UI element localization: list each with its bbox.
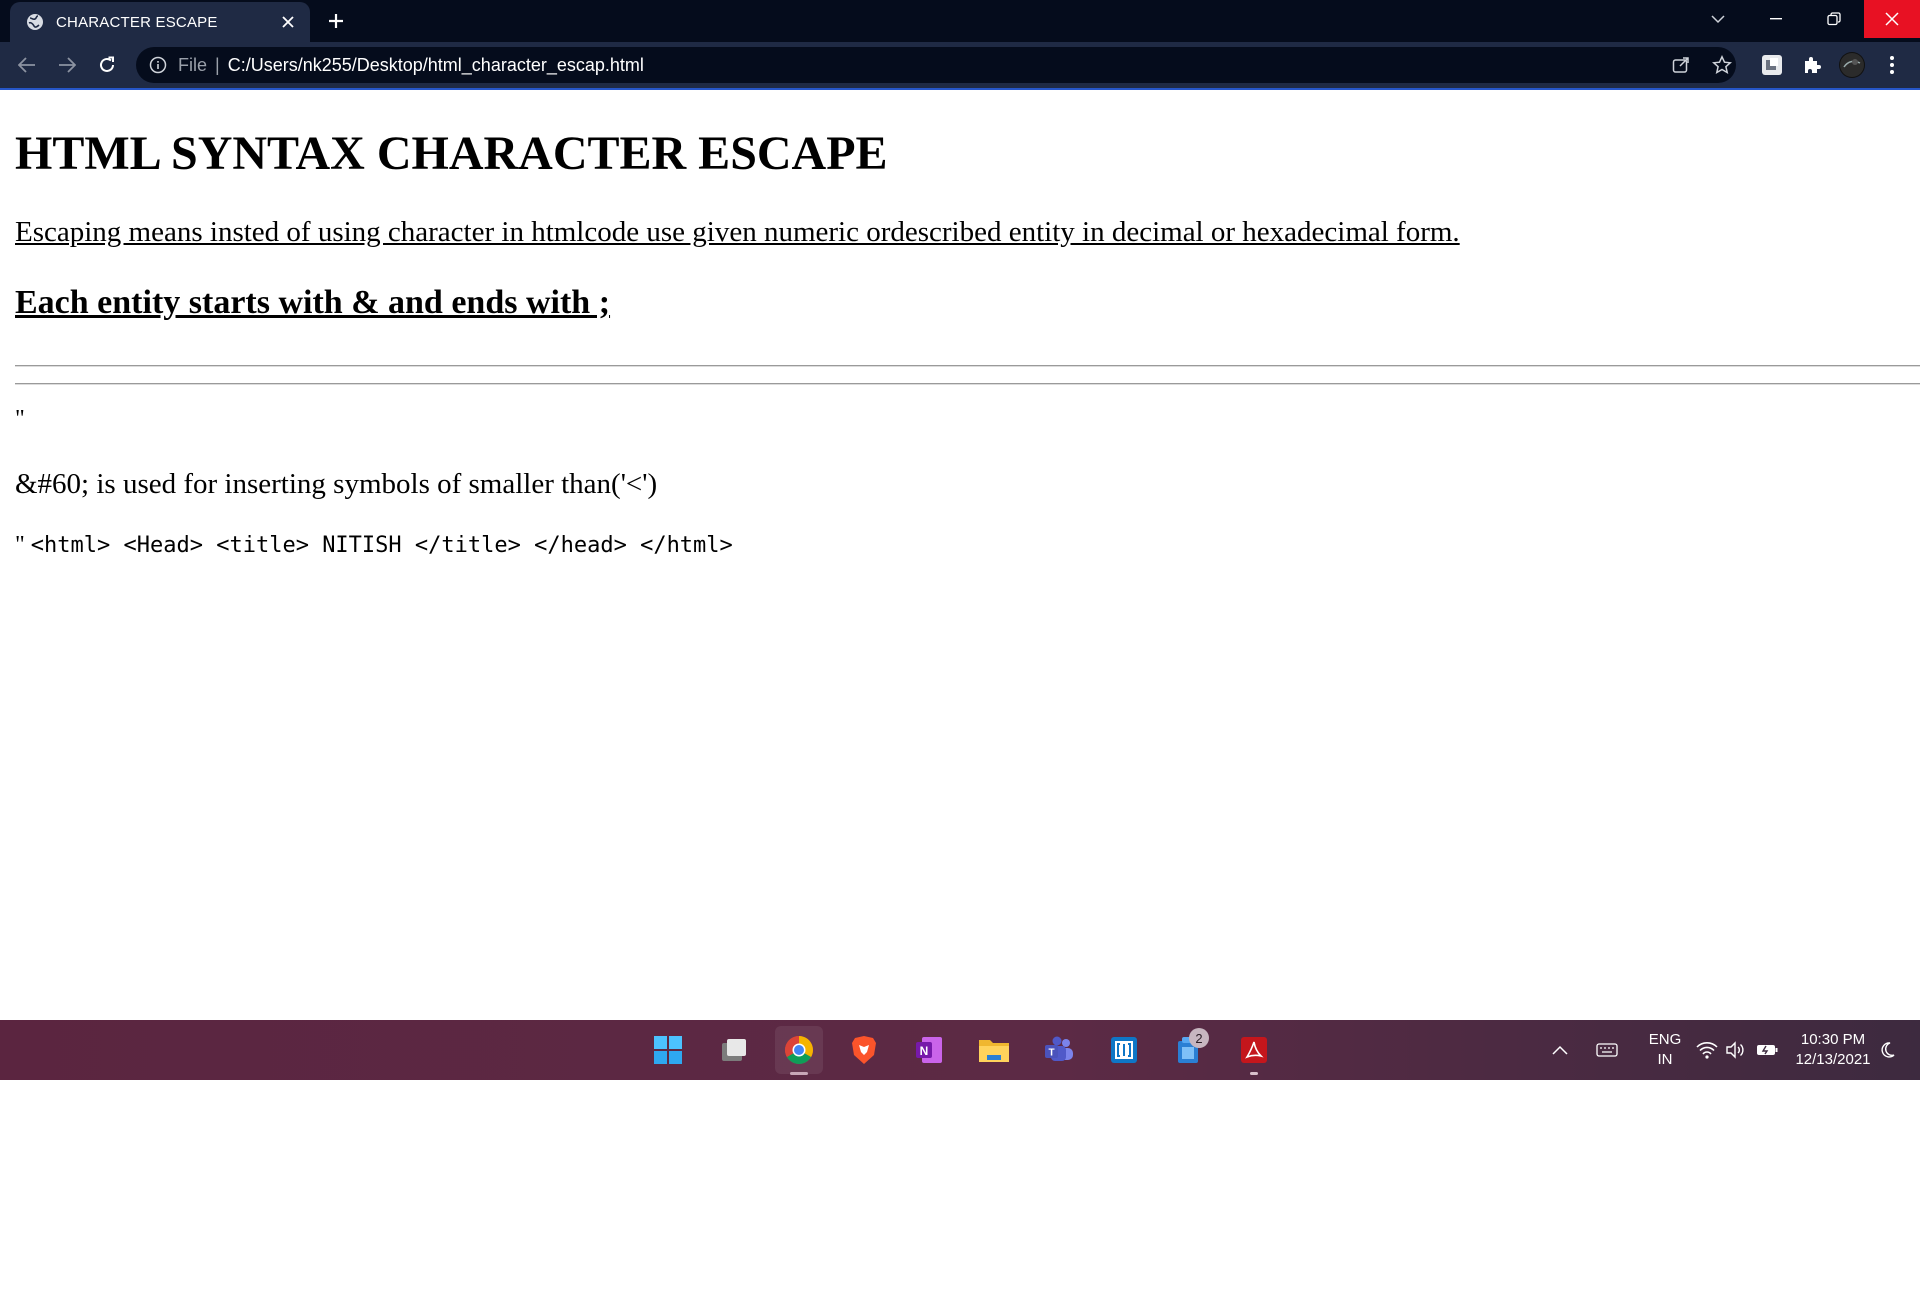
extension-icon[interactable] [1757, 50, 1787, 80]
browser-toolbar: File | C:/Users/nk255/Desktop/html_chara… [0, 42, 1920, 90]
browser-tab[interactable]: CHARACTER ESCAPE [10, 2, 310, 42]
horizontal-rule [15, 365, 1920, 367]
forward-arrow-icon[interactable] [52, 50, 82, 80]
minimize-button[interactable] [1748, 0, 1804, 38]
file-explorer-icon[interactable] [970, 1026, 1018, 1074]
tab-close-icon[interactable] [274, 8, 302, 36]
svg-text:T: T [1048, 1048, 1054, 1059]
address-url[interactable]: C:/Users/nk255/Desktop/html_character_es… [228, 55, 644, 76]
code-quote-mark: " [15, 532, 25, 558]
horizontal-rule [15, 383, 1920, 385]
code-line: " <html> <Head> <title> NITISH </title> … [15, 532, 733, 559]
close-window-button[interactable] [1864, 0, 1920, 38]
running-app-indicator [1250, 1072, 1258, 1075]
focus-moon-icon[interactable] [1872, 1020, 1902, 1080]
entity-paragraph: &#60; is used for inserting symbols of s… [15, 468, 658, 500]
language-indicator[interactable]: ENG IN [1640, 1020, 1690, 1080]
teams-icon[interactable]: T [1035, 1026, 1083, 1074]
menu-kebab-icon[interactable] [1877, 50, 1907, 80]
remote-desktop-icon[interactable] [1100, 1026, 1148, 1074]
new-tab-button[interactable] [322, 7, 350, 35]
chrome-icon[interactable] [775, 1026, 823, 1074]
start-icon[interactable] [644, 1026, 692, 1074]
blank-area [0, 1080, 1920, 1300]
clock-time: 10:30 PM [1800, 1031, 1866, 1048]
acrobat-icon[interactable] [1230, 1026, 1278, 1074]
profile-avatar[interactable] [1837, 50, 1867, 80]
windows-taskbar: N T 2 ENG IN 10:30 PM 12/13/2021 [0, 1020, 1920, 1080]
language-code: ENG [1648, 1031, 1682, 1048]
browser-titlebar: CHARACTER ESCAPE [0, 0, 1920, 42]
address-separator: | [215, 54, 220, 75]
puzzle-extensions-icon[interactable] [1797, 50, 1827, 80]
active-app-indicator [790, 1072, 808, 1075]
tab-search-chevron-icon[interactable] [1690, 0, 1746, 38]
chevron-up-icon[interactable] [1546, 1020, 1574, 1080]
onenote-icon[interactable]: N [905, 1026, 953, 1074]
notification-badge: 2 [1189, 1028, 1209, 1048]
clock-date: 12/13/2021 [1795, 1051, 1871, 1068]
lead-paragraph: Escaping means insted of using character… [15, 216, 1460, 248]
keyboard-icon[interactable] [1592, 1020, 1622, 1080]
info-icon[interactable] [148, 55, 168, 75]
share-icon[interactable] [1666, 50, 1696, 80]
reload-icon[interactable] [92, 50, 122, 80]
address-bar[interactable]: File | C:/Users/nk255/Desktop/html_chara… [136, 47, 1736, 83]
brave-icon[interactable] [840, 1026, 888, 1074]
back-arrow-icon[interactable] [12, 50, 42, 80]
clock[interactable]: 10:30 PM 12/13/2021 [1786, 1020, 1880, 1080]
page-heading: HTML SYNTAX CHARACTER ESCAPE [15, 127, 888, 180]
battery-charging-icon[interactable] [1751, 1020, 1783, 1080]
globe-icon [26, 13, 44, 31]
language-region: IN [1657, 1051, 1673, 1068]
entity-subheading: Each entity starts with & and ends with … [15, 284, 611, 321]
tab-title: CHARACTER ESCAPE [56, 13, 218, 31]
quote-mark: " [15, 406, 25, 432]
page-viewport: HTML SYNTAX CHARACTER ESCAPE Escaping me… [0, 90, 1920, 1020]
code-text: <html> <Head> <title> NITISH </title> </… [30, 533, 733, 558]
address-scheme: File [178, 54, 208, 75]
wifi-icon[interactable] [1692, 1020, 1722, 1080]
bookmark-star-icon[interactable] [1707, 50, 1737, 80]
svg-text:N: N [920, 1044, 929, 1058]
restore-button[interactable] [1806, 0, 1862, 38]
volume-icon[interactable] [1720, 1020, 1750, 1080]
task-view-icon[interactable] [710, 1026, 758, 1074]
